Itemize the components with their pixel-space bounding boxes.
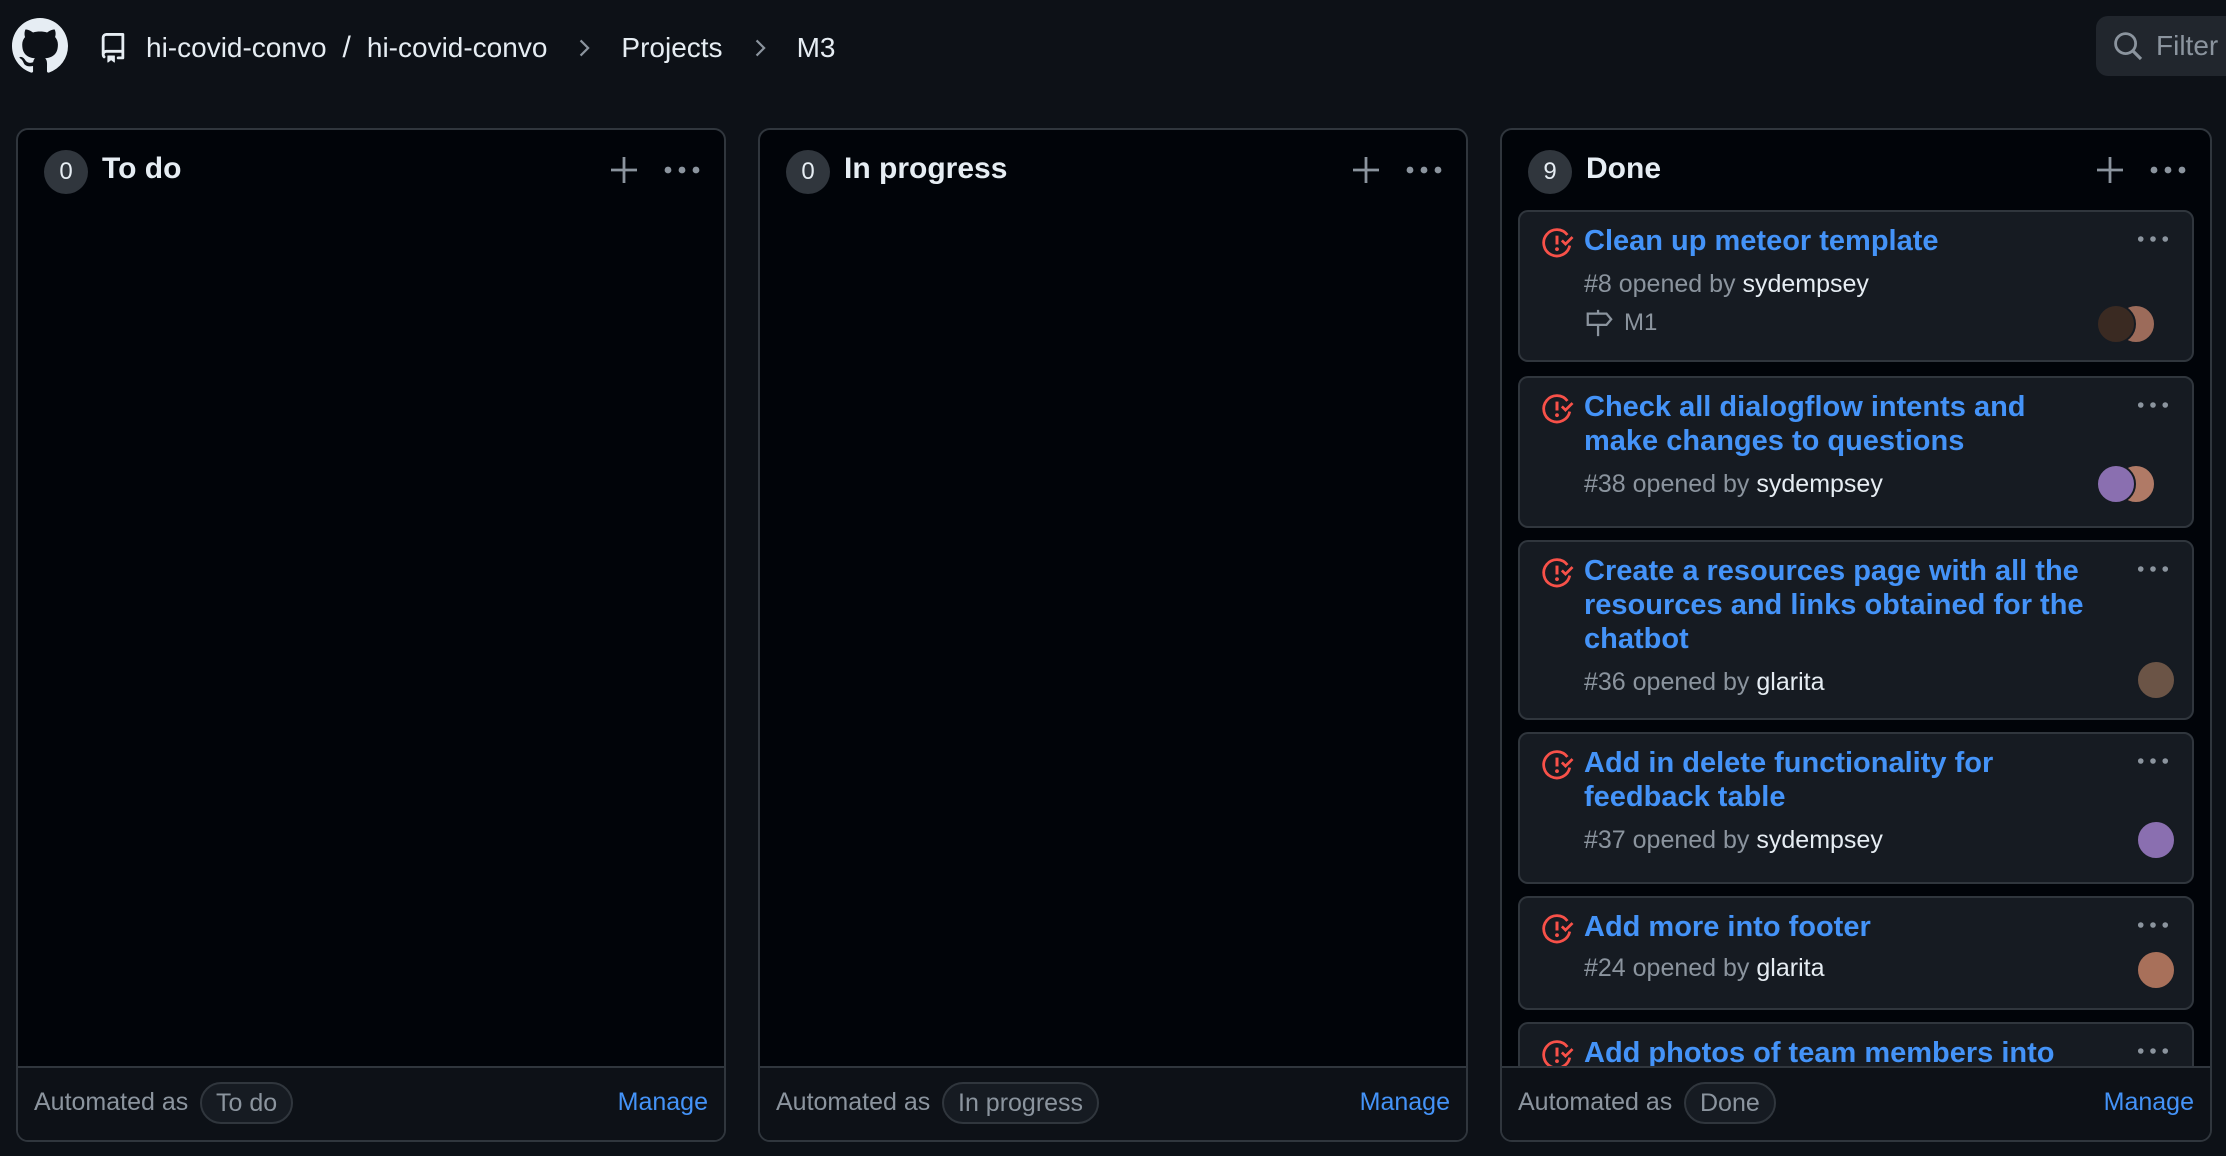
manage-automation-link[interactable]: Manage: [618, 1088, 708, 1117]
manage-automation-link[interactable]: Manage: [2104, 1088, 2194, 1117]
issue-author-link[interactable]: glarita: [1756, 954, 1824, 982]
column-title: To do: [102, 152, 182, 185]
search-icon: [2114, 32, 2143, 61]
issue-author-link[interactable]: sydempsey: [1756, 470, 1882, 498]
issue-card[interactable]: Add in delete functionality for feedback…: [1518, 732, 2194, 884]
issue-author-link[interactable]: sydempsey: [1742, 270, 1868, 298]
breadcrumb-owner-link[interactable]: hi-covid-convo: [146, 32, 327, 64]
automation-badge: To do: [200, 1082, 294, 1124]
add-card-icon[interactable]: [2094, 154, 2126, 186]
assignee-avatar[interactable]: [2096, 304, 2136, 344]
issue-author-link[interactable]: sydempsey: [1756, 826, 1882, 854]
breadcrumb-repo-link[interactable]: hi-covid-convo: [367, 32, 548, 64]
column-header: 0 To do: [18, 130, 724, 210]
card-menu-icon[interactable]: [2134, 562, 2172, 576]
issue-title-link[interactable]: Add photos of team members into: [1584, 1036, 2104, 1066]
issue-meta: #24 opened by glarita: [1584, 954, 1824, 983]
filter-cards-input[interactable]: Filter: [2096, 16, 2226, 76]
issue-number-opened: #37 opened by: [1584, 826, 1750, 854]
column-menu-icon[interactable]: [662, 154, 702, 186]
issue-title-link[interactable]: Clean up meteor template: [1584, 224, 2104, 258]
assignee-avatar[interactable]: [2096, 464, 2136, 504]
issue-meta: #36 opened by glarita: [1584, 668, 1824, 697]
card-menu-icon[interactable]: [2134, 918, 2172, 932]
repo-icon: [101, 33, 125, 63]
breadcrumb-projects-link[interactable]: Projects: [621, 32, 722, 64]
closed-issue-icon: [1542, 1040, 1574, 1066]
breadcrumb-separator: /: [342, 31, 351, 64]
closed-issue-icon: [1542, 750, 1574, 780]
column-header: 9 Done: [1502, 130, 2210, 210]
assignee-avatar[interactable]: [2136, 820, 2176, 860]
issue-card[interactable]: Add more into footer #24 opened by glari…: [1518, 896, 2194, 1010]
column-menu-icon[interactable]: [2148, 154, 2188, 186]
milestone-label[interactable]: M1: [1584, 308, 1657, 338]
issue-author-link[interactable]: glarita: [1756, 668, 1824, 696]
issue-meta: #37 opened by sydempsey: [1584, 826, 1883, 855]
column-count-badge: 0: [44, 150, 88, 194]
column-footer: Automated as To do Manage: [18, 1066, 724, 1140]
automated-label: Automated as: [1518, 1088, 1673, 1116]
column-count-badge: 0: [786, 150, 830, 194]
issue-title-link[interactable]: Add in delete functionality for feedback…: [1584, 746, 2104, 814]
column-count-badge: 9: [1528, 150, 1572, 194]
column-footer: Automated as Done Manage: [1502, 1066, 2210, 1140]
add-card-icon[interactable]: [1350, 154, 1382, 186]
issue-number-opened: #8 opened by: [1584, 270, 1736, 298]
filter-placeholder: Filter: [2156, 30, 2219, 61]
column-title: Done: [1586, 152, 1661, 185]
breadcrumb: hi-covid-convo / hi-covid-convo Projects…: [98, 24, 835, 72]
column-menu-icon[interactable]: [1404, 154, 1444, 186]
milestone-icon: [1586, 309, 1613, 337]
top-header: hi-covid-convo / hi-covid-convo Projects…: [0, 0, 2226, 96]
column-done: 9 Done Clean up meteor template #8 opene…: [1500, 128, 2212, 1142]
column-header: 0 In progress: [760, 130, 1466, 210]
automation-badge: In progress: [942, 1082, 1100, 1124]
closed-issue-icon: [1542, 394, 1574, 424]
issue-meta: #8 opened by sydempsey: [1584, 270, 1869, 299]
card-menu-icon[interactable]: [2134, 754, 2172, 768]
column-title: In progress: [844, 152, 1008, 185]
column-to-do: 0 To do Automated as To do Manage: [16, 128, 726, 1142]
card-menu-icon[interactable]: [2134, 232, 2172, 246]
issue-card[interactable]: Clean up meteor template #8 opened by sy…: [1518, 210, 2194, 362]
add-card-icon[interactable]: [608, 154, 640, 186]
breadcrumb-project-current[interactable]: M3: [797, 32, 836, 64]
closed-issue-icon: [1542, 914, 1574, 944]
issue-meta: #38 opened by sydempsey: [1584, 470, 1883, 499]
manage-automation-link[interactable]: Manage: [1360, 1088, 1450, 1117]
issue-number-opened: #24 opened by: [1584, 954, 1750, 982]
chevron-right-icon: [755, 39, 766, 57]
column-in-progress: 0 In progress Automated as In progress M…: [758, 128, 1468, 1142]
card-list: Clean up meteor template #8 opened by sy…: [1518, 210, 2194, 1066]
milestone-name: M1: [1624, 309, 1658, 336]
automated-label: Automated as: [776, 1088, 931, 1116]
automated-label: Automated as: [34, 1088, 189, 1116]
issue-title-link[interactable]: Check all dialogflow intents and make ch…: [1584, 390, 2104, 458]
assignee-avatar[interactable]: [2136, 950, 2176, 990]
issue-number-opened: #36 opened by: [1584, 668, 1750, 696]
card-menu-icon[interactable]: [2134, 398, 2172, 412]
automation-badge: Done: [1684, 1082, 1776, 1124]
issue-title-link[interactable]: Create a resources page with all the res…: [1584, 554, 2104, 656]
assignee-avatar[interactable]: [2136, 660, 2176, 700]
chevron-right-icon: [580, 39, 591, 57]
closed-issue-icon: [1542, 558, 1574, 588]
issue-card[interactable]: Create a resources page with all the res…: [1518, 540, 2194, 720]
column-footer: Automated as In progress Manage: [760, 1066, 1466, 1140]
card-menu-icon[interactable]: [2134, 1044, 2172, 1058]
issue-card[interactable]: Add photos of team members into: [1518, 1022, 2194, 1066]
issue-number-opened: #38 opened by: [1584, 470, 1750, 498]
issue-card[interactable]: Check all dialogflow intents and make ch…: [1518, 376, 2194, 528]
closed-issue-icon: [1542, 228, 1574, 258]
issue-title-link[interactable]: Add more into footer: [1584, 910, 2104, 944]
github-logo-icon[interactable]: [12, 18, 68, 74]
